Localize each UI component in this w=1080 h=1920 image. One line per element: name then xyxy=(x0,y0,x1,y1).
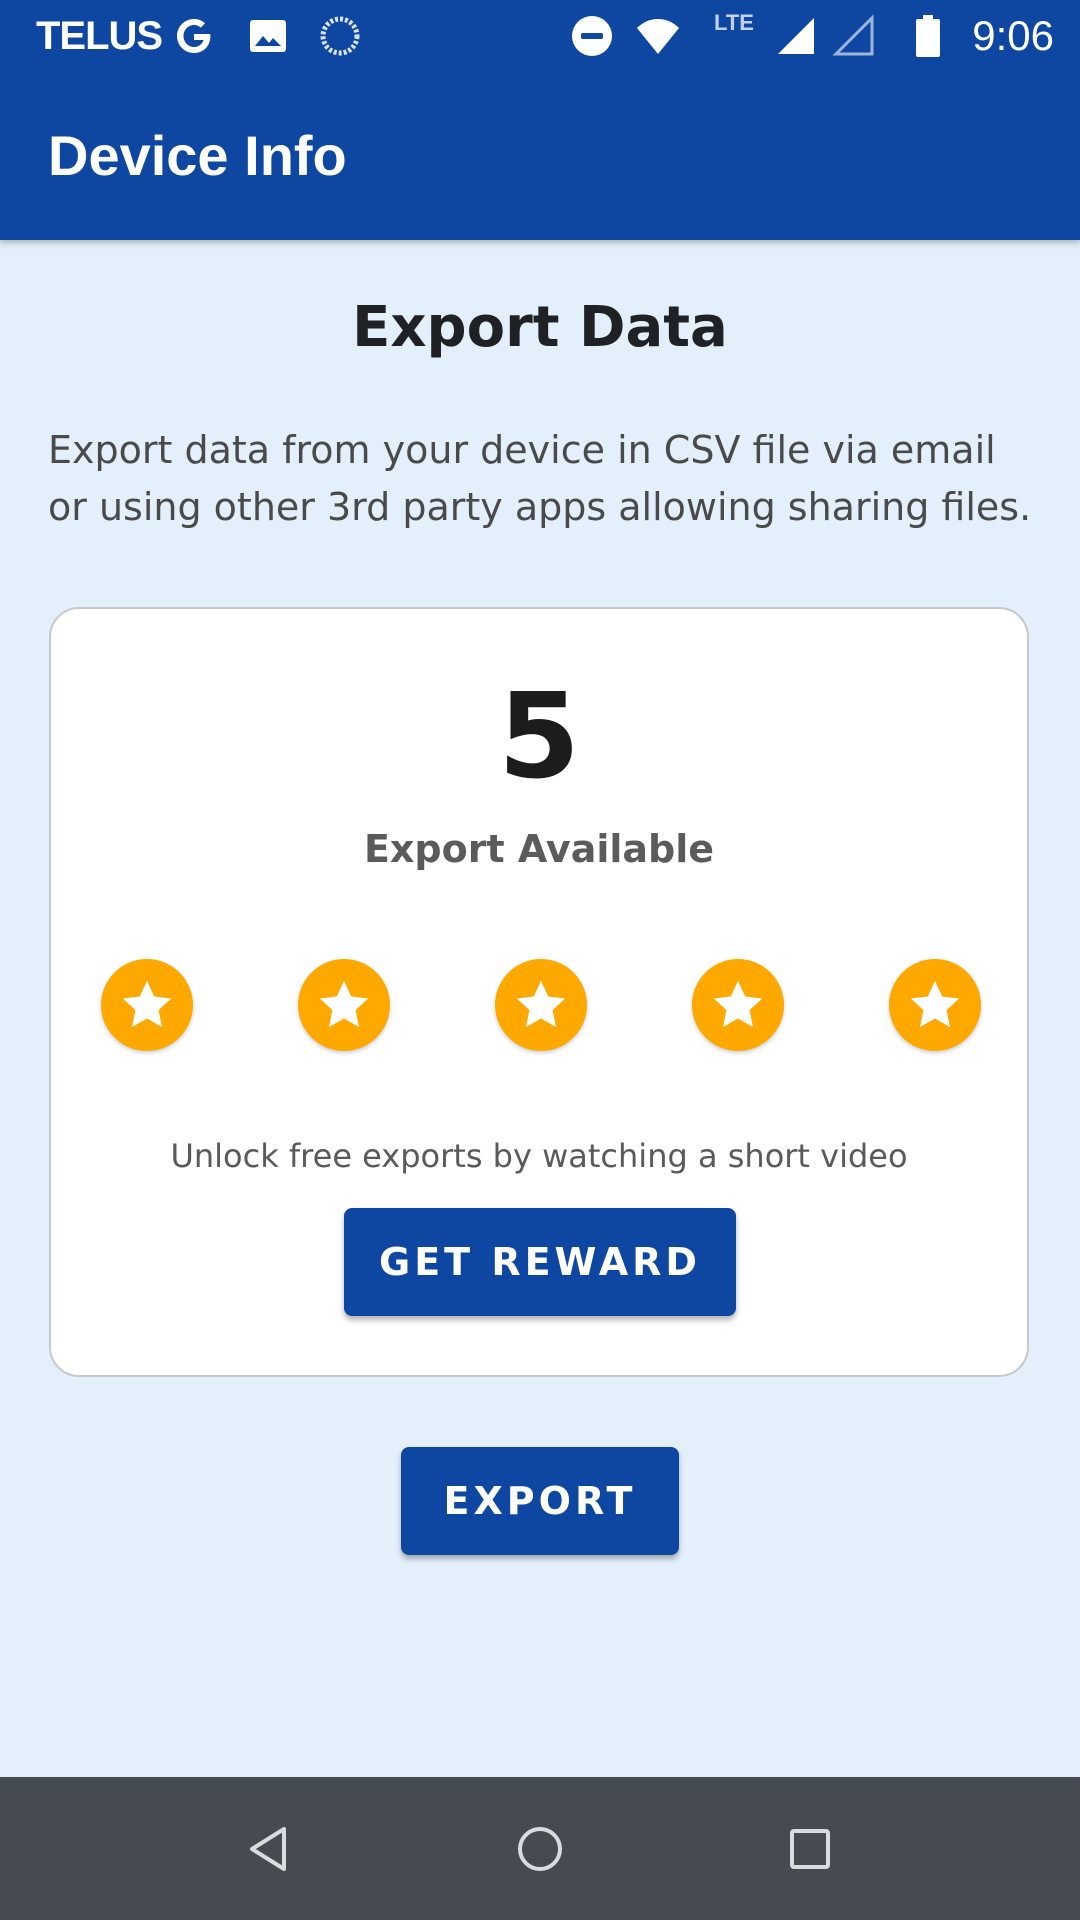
app-bar: Device Info xyxy=(0,75,1080,240)
star-icon xyxy=(298,959,390,1051)
wifi-icon xyxy=(637,19,679,54)
signal-empty-icon xyxy=(832,14,874,56)
star-icon xyxy=(101,959,193,1051)
google-icon xyxy=(177,19,211,53)
do-not-disturb-icon xyxy=(572,16,612,56)
description-text: Export data from your device in CSV file… xyxy=(48,428,1032,529)
status-bar: TELUS LTE 9:06 xyxy=(0,0,1080,75)
export-count-label: Export Available xyxy=(363,827,715,871)
unlock-text: Unlock free exports by watching a short … xyxy=(170,1137,908,1175)
export-card: 5 Export Available Unlock free exports b… xyxy=(49,607,1029,1377)
export-button[interactable]: EXPORT xyxy=(401,1447,679,1555)
star-icon xyxy=(692,959,784,1051)
export-count: 5 xyxy=(497,667,581,805)
signal-icon xyxy=(778,18,814,54)
navigation-bar xyxy=(0,1777,1080,1920)
carrier-label: TELUS xyxy=(36,14,163,58)
app-title: Device Info xyxy=(48,124,347,187)
image-icon xyxy=(250,20,286,52)
lte-label: LTE xyxy=(714,10,754,35)
sync-icon xyxy=(320,16,360,56)
home-icon[interactable] xyxy=(512,1821,568,1877)
star-icon xyxy=(495,959,587,1051)
get-reward-button[interactable]: GET REWARD xyxy=(344,1208,736,1316)
page-title: Export Data xyxy=(352,295,728,360)
battery-icon xyxy=(916,15,940,57)
clock: 9:06 xyxy=(972,12,1054,59)
recents-icon[interactable] xyxy=(782,1821,838,1877)
stars-row xyxy=(51,959,1027,1053)
back-icon[interactable] xyxy=(242,1821,298,1877)
star-icon xyxy=(889,959,981,1051)
